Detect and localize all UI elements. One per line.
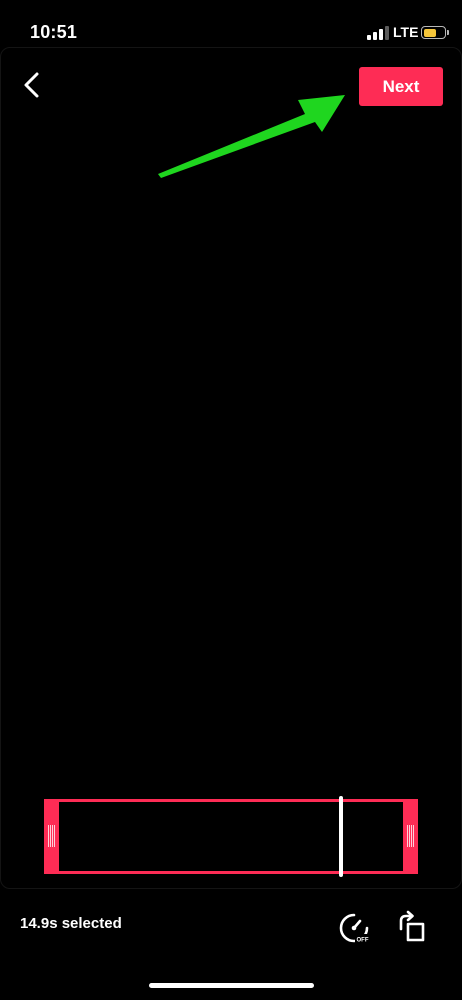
speed-button[interactable]: OFF <box>337 911 371 945</box>
rotate-button[interactable] <box>397 910 429 944</box>
grip-icon <box>407 825 414 847</box>
signal-strength-icon <box>367 26 389 40</box>
rotate-icon <box>399 910 425 942</box>
back-button[interactable] <box>16 68 48 102</box>
battery-icon <box>421 26 449 39</box>
chevron-left-icon <box>24 72 39 98</box>
trim-frame <box>44 799 418 874</box>
home-indicator[interactable] <box>149 983 314 988</box>
selected-duration: 14.9s selected <box>20 915 122 932</box>
speed-off-badge: OFF <box>357 938 369 944</box>
network-type: LTE <box>393 24 419 40</box>
status-bar: 10:51 LTE <box>0 0 462 48</box>
trim-bar[interactable] <box>44 796 418 877</box>
trim-video-screen: 10:51 LTE Next 14.9s selected OFF <box>0 0 462 1000</box>
playhead[interactable] <box>339 796 343 877</box>
trim-handle-right[interactable] <box>403 799 418 874</box>
next-button[interactable]: Next <box>359 67 443 106</box>
grip-icon <box>48 825 55 847</box>
arrow-pointer-icon <box>158 95 345 178</box>
battery-level <box>423 28 436 37</box>
speed-off-icon: OFF <box>339 913 370 944</box>
trim-handle-left[interactable] <box>44 799 59 874</box>
status-time: 10:51 <box>30 22 78 42</box>
